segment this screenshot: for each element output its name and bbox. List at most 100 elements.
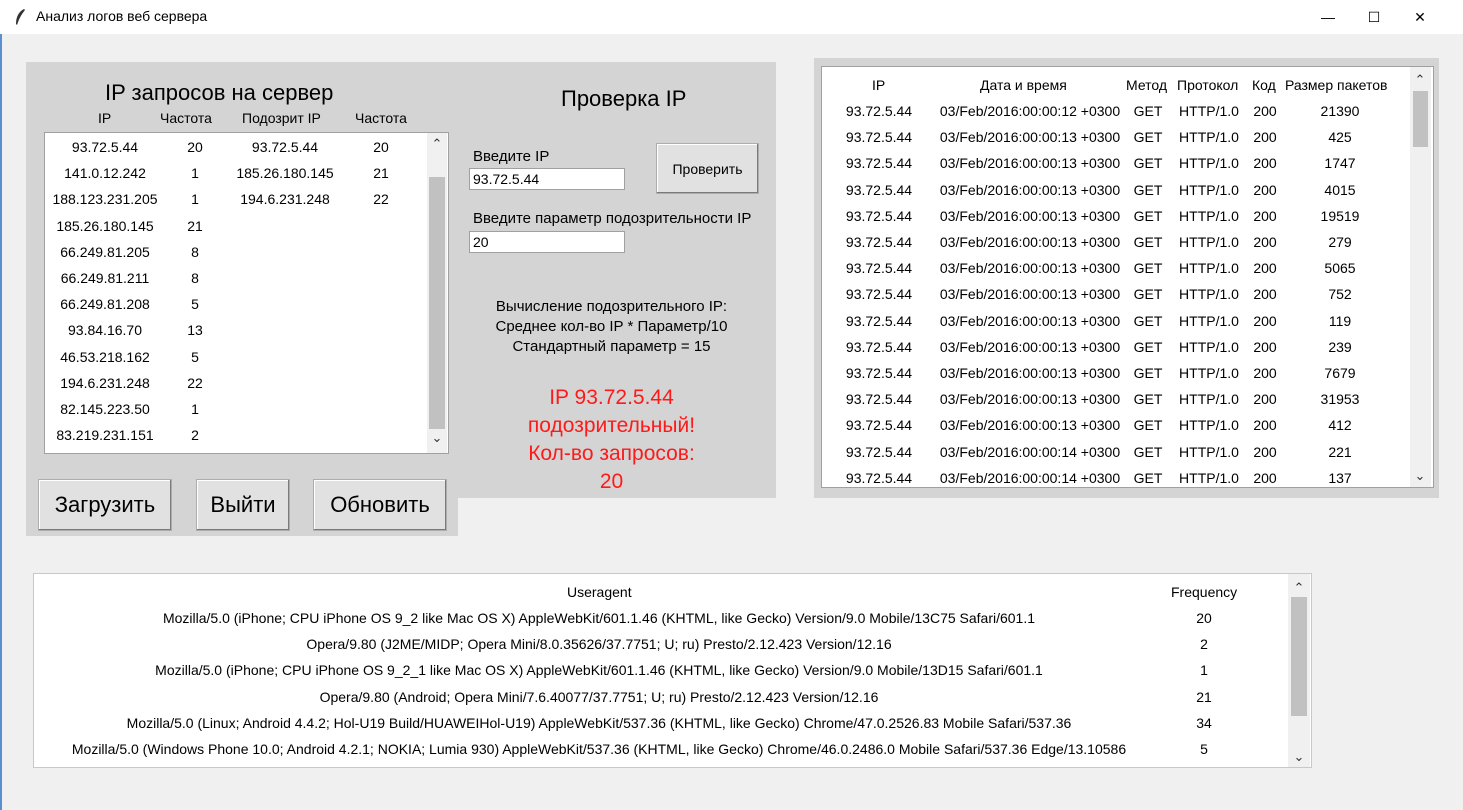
formula-text: Вычисление подозрительного IP: Среднее к… — [464, 297, 759, 357]
log-ip-cell: 93.72.5.44 — [845, 338, 913, 355]
ip-listbox[interactable]: 93.72.5.44 20 93.72.5.44 20 141.0.12.242 1 185… — [44, 132, 449, 454]
param-input[interactable] — [469, 231, 625, 253]
frequency-cell: 34 — [1196, 714, 1212, 731]
log-ip-header: IP — [872, 77, 886, 93]
log-code-cell: 200 — [1253, 234, 1277, 250]
useragent-table[interactable]: Useragent Frequency Mozilla/5.0 (iPhone;… — [33, 573, 1312, 768]
ip-cell: 66.249.81.205 — [60, 243, 150, 260]
check-button[interactable]: Проверить — [656, 143, 759, 194]
suspicious-ip-cell: 185.26.180.145 — [236, 165, 334, 182]
log-ip-cell: 93.72.5.44 — [845, 260, 913, 277]
close-button[interactable]: ✕ — [1397, 0, 1443, 34]
scroll-down-icon[interactable]: ⌄ — [1291, 750, 1307, 764]
maximize-button[interactable]: ☐ — [1351, 0, 1397, 34]
log-code-cell: 200 — [1253, 260, 1277, 277]
ip-cell: 188.123.231.205 — [52, 191, 158, 208]
log-datetime-cell: 03/Feb/2016:00:00:13 +0300 — [939, 417, 1121, 434]
log-ip-cell: 93.72.5.44 — [845, 103, 913, 119]
scroll-up-icon[interactable]: ⌃ — [1412, 73, 1428, 87]
log-code-cell: 200 — [1253, 181, 1277, 198]
log-method-cell: GET — [1133, 365, 1163, 381]
minimize-button[interactable]: — — [1305, 0, 1351, 34]
log-ip-cell: 93.72.5.44 — [845, 312, 913, 329]
load-button[interactable]: Загрузить — [38, 479, 172, 531]
log-datetime-cell: 03/Feb/2016:00:00:13 +0300 — [939, 260, 1121, 277]
check-panel-title: Проверка IP — [561, 86, 687, 111]
log-datetime-cell: 03/Feb/2016:00:00:13 +0300 — [939, 312, 1121, 329]
freq-cell: 8 — [191, 270, 199, 286]
log-protocol-cell: HTTP/1.0 — [1179, 181, 1239, 198]
log-code-cell: 200 — [1253, 286, 1277, 303]
freq-cell: 1 — [191, 165, 199, 182]
useragent-scrollbar[interactable]: ⌃ ⌄ — [1288, 574, 1310, 767]
log-ip-cell: 93.72.5.44 — [845, 469, 913, 486]
log-code-cell: 200 — [1253, 312, 1277, 329]
log-code-cell: 200 — [1253, 443, 1277, 460]
log-size-cell: 137 — [1328, 469, 1352, 486]
ip-cell: 46.53.218.162 — [60, 348, 150, 365]
result-line-2: подозрительный! — [527, 414, 696, 437]
log-datetime-cell: 03/Feb/2016:00:00:14 +0300 — [939, 469, 1121, 486]
refresh-button[interactable]: Обновить — [313, 479, 447, 531]
log-size-cell: 5065 — [1324, 260, 1356, 277]
log-protocol-cell: HTTP/1.0 — [1179, 312, 1239, 329]
title-bar — [0, 0, 1463, 34]
log-code-cell: 200 — [1253, 207, 1277, 224]
log-ip-cell: 93.72.5.44 — [845, 207, 913, 224]
useragent-cell: Mozilla/5.0 (iPhone; CPU iPhone OS 9_2 l… — [162, 610, 1036, 626]
suspicious-freq-cell: 20 — [373, 139, 389, 155]
scroll-down-icon[interactable]: ⌄ — [429, 431, 445, 445]
result-line-3: Кол-во запросов: — [528, 442, 695, 465]
useragent-scroll-thumb[interactable] — [1291, 597, 1307, 716]
freq-cell: 1 — [191, 401, 199, 417]
log-datetime-cell: 03/Feb/2016:00:00:13 +0300 — [939, 365, 1121, 381]
ip-cell: 194.6.231.248 — [60, 374, 150, 391]
log-method-cell: GET — [1133, 234, 1163, 250]
freq-header: Частота — [160, 110, 212, 126]
ip-header: IP — [98, 110, 112, 126]
log-scrollbar[interactable]: ⌃ ⌄ — [1410, 67, 1431, 487]
result-line-4: 20 — [599, 470, 624, 493]
log-protocol-cell: HTTP/1.0 — [1179, 391, 1239, 408]
log-ip-cell: 93.72.5.44 — [845, 286, 913, 303]
scroll-down-icon[interactable]: ⌄ — [1412, 469, 1428, 483]
log-table[interactable]: IP Дата и время Метод Протокол Код Разме… — [821, 66, 1434, 488]
formula-line-3: Стандартный параметр = 15 — [512, 338, 711, 355]
formula-line-1: Вычисление подозрительного IP: — [495, 298, 728, 315]
log-code-header: Код — [1252, 77, 1276, 93]
useragent-cell: Opera/9.80 (Android; Opera Mini/7.6.4007… — [319, 688, 879, 705]
log-method-cell: GET — [1133, 469, 1163, 486]
log-scroll-thumb[interactable] — [1413, 91, 1428, 147]
frequency-cell: 1 — [1200, 662, 1208, 679]
useragent-header: Useragent — [567, 584, 632, 600]
suspicious-ip-header: Подозрит IP — [242, 110, 321, 126]
log-datetime-cell: 03/Feb/2016:00:00:14 +0300 — [939, 443, 1121, 460]
ip-cell: 82.145.223.50 — [60, 401, 150, 417]
ip-scroll-thumb[interactable] — [429, 177, 445, 429]
ip-cell: 66.249.81.208 — [60, 296, 150, 313]
log-datetime-cell: 03/Feb/2016:00:00:13 +0300 — [939, 155, 1121, 172]
log-ip-cell: 93.72.5.44 — [845, 155, 913, 172]
ip-cell: 185.26.180.145 — [56, 217, 154, 234]
log-size-cell: 221 — [1328, 443, 1352, 460]
ip-input-label: Введите IP — [473, 148, 550, 165]
frequency-cell: 5 — [1200, 741, 1208, 757]
frequency-cell: 2 — [1200, 636, 1208, 653]
ip-input[interactable] — [469, 168, 625, 190]
exit-button[interactable]: Выйти — [196, 479, 290, 531]
log-size-cell: 1747 — [1324, 155, 1356, 172]
log-code-cell: 200 — [1253, 129, 1277, 146]
frequency-cell: 21 — [1196, 688, 1212, 705]
scroll-up-icon[interactable]: ⌃ — [1291, 581, 1307, 595]
log-method-cell: GET — [1133, 181, 1163, 198]
ip-cell: 93.84.16.70 — [68, 322, 142, 339]
log-ip-cell: 93.72.5.44 — [845, 443, 913, 460]
suspicious-ip-cell: 194.6.231.248 — [240, 191, 330, 208]
log-size-cell: 119 — [1328, 312, 1352, 329]
frequency-header: Frequency — [1171, 584, 1238, 600]
scroll-up-icon[interactable]: ⌃ — [429, 137, 445, 151]
log-datetime-cell: 03/Feb/2016:00:00:13 +0300 — [939, 181, 1121, 198]
minimize-icon: — — [1321, 9, 1335, 25]
ip-scrollbar[interactable]: ⌃ ⌄ — [427, 133, 447, 453]
log-method-cell: GET — [1133, 417, 1163, 434]
